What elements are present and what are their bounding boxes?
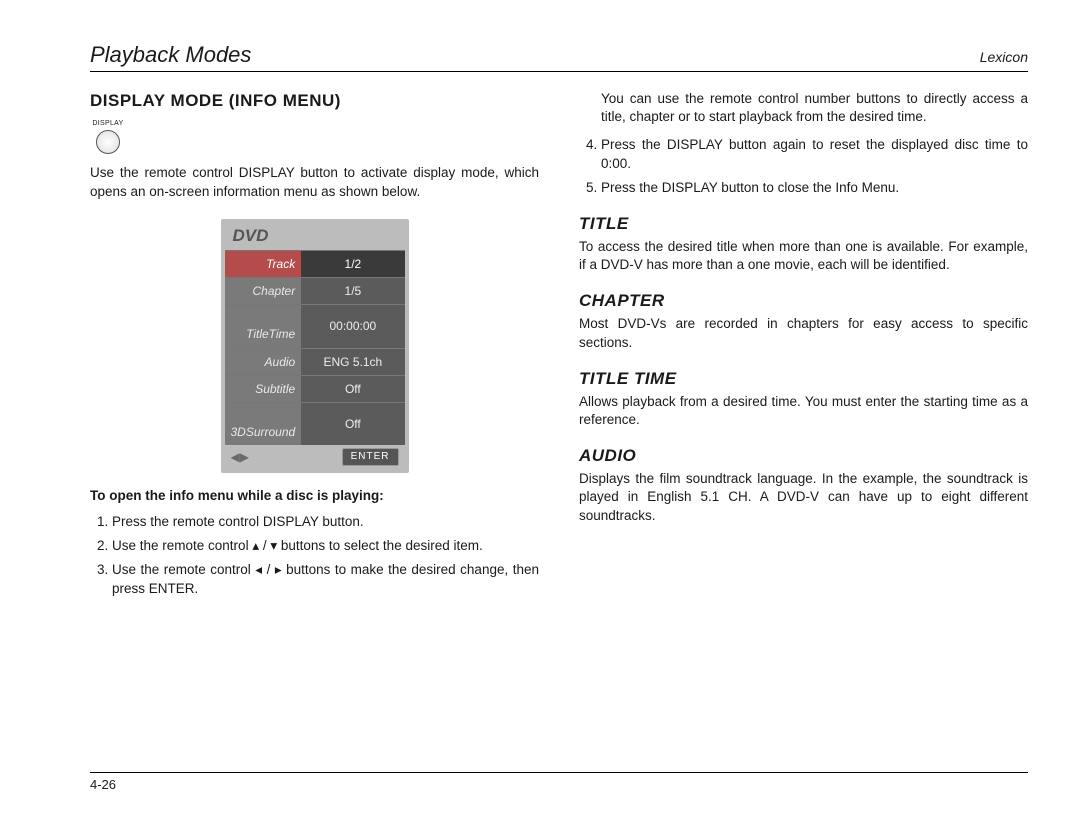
left-column: DISPLAY MODE (INFO MENU) DISPLAY Use the… [90, 90, 539, 772]
step-item: Use the remote control ◂ / ▸ buttons to … [112, 561, 539, 597]
subhead-body: Allows playback from a desired time. You… [579, 393, 1028, 429]
osd-row-label: Subtitle [225, 375, 302, 402]
steps-continued: Press the DISPLAY button again to reset … [579, 136, 1028, 197]
osd-row-value: Off [301, 402, 404, 445]
right-arrow-icon: ▶ [240, 449, 249, 465]
osd-enter-button: ENTER [342, 448, 399, 466]
step-item: Press the remote control DISPLAY button. [112, 513, 539, 531]
chapter-icon [236, 285, 250, 297]
osd-row-label: Track [225, 250, 302, 277]
columns: DISPLAY MODE (INFO MENU) DISPLAY Use the… [90, 90, 1028, 772]
osd-nav: ◀ ▶ ENTER [225, 445, 405, 469]
subhead-titletime: TITLE TIME [579, 368, 1028, 391]
subhead-body: To access the desired title when more th… [579, 238, 1028, 274]
continuation-paragraph: You can use the remote control number bu… [601, 90, 1028, 126]
runhead-right: Lexicon [980, 49, 1028, 65]
osd-row: Audio ENG 5.1ch [225, 348, 405, 375]
subhead-body: Displays the film soundtrack language. I… [579, 470, 1028, 525]
osd-row: Subtitle Off [225, 375, 405, 402]
osd-screenshot: DVD Track 1/2 Chapter 1/5 TitleTime 00:0… [221, 219, 409, 473]
speaker-icon [248, 356, 262, 368]
surround-icon [278, 410, 292, 422]
osd-row: Chapter 1/5 [225, 277, 405, 304]
subhead-audio: AUDIO [579, 445, 1028, 468]
step-item: Press the DISPLAY button again to reset … [601, 136, 1028, 172]
display-button-figure: DISPLAY [90, 119, 126, 154]
disc-icon [249, 258, 263, 270]
osd-row-value: ENG 5.1ch [301, 348, 404, 375]
steps-lead: To open the info menu while a disc is pl… [90, 487, 539, 505]
osd-row-label: TitleTime [225, 305, 302, 348]
subhead-title: TITLE [579, 213, 1028, 236]
osd-table: Track 1/2 Chapter 1/5 TitleTime 00:00:00… [225, 250, 405, 446]
page-number: 4-26 [90, 777, 116, 792]
osd-row: 3DSurround Off [225, 402, 405, 445]
osd-row-value: Off [301, 375, 404, 402]
step-item: Press the DISPLAY button to close the In… [601, 179, 1028, 197]
intro-paragraph: Use the remote control DISPLAY button to… [90, 164, 539, 200]
osd-row-label: Chapter [225, 277, 302, 304]
osd-row: TitleTime 00:00:00 [225, 305, 405, 348]
osd-row-value: 1/5 [301, 277, 404, 304]
clock-icon [278, 312, 292, 324]
running-head: Playback Modes Lexicon [90, 42, 1028, 72]
osd-row: Track 1/2 [225, 250, 405, 277]
osd-row-label: Audio [225, 348, 302, 375]
subhead-body: Most DVD-Vs are recorded in chapters for… [579, 315, 1028, 351]
section-heading: DISPLAY MODE (INFO MENU) [90, 90, 539, 113]
steps-list: Press the remote control DISPLAY button.… [90, 513, 539, 598]
footer: 4-26 [90, 772, 1028, 792]
runhead-left: Playback Modes [90, 42, 251, 68]
subhead-chapter: CHAPTER [579, 290, 1028, 313]
subtitle-icon [238, 383, 252, 395]
display-button-label: DISPLAY [92, 119, 123, 128]
step-item: Use the remote control ▴ / ▾ buttons to … [112, 537, 539, 555]
page: Playback Modes Lexicon DISPLAY MODE (INF… [90, 42, 1028, 792]
osd-row-value: 1/2 [301, 250, 404, 277]
osd-title: DVD [225, 223, 405, 250]
osd-row-label: 3DSurround [225, 402, 302, 445]
osd-row-value: 00:00:00 [301, 305, 404, 348]
left-arrow-icon: ◀ [231, 449, 240, 465]
right-column: You can use the remote control number bu… [579, 90, 1028, 772]
display-button-icon [96, 130, 120, 154]
